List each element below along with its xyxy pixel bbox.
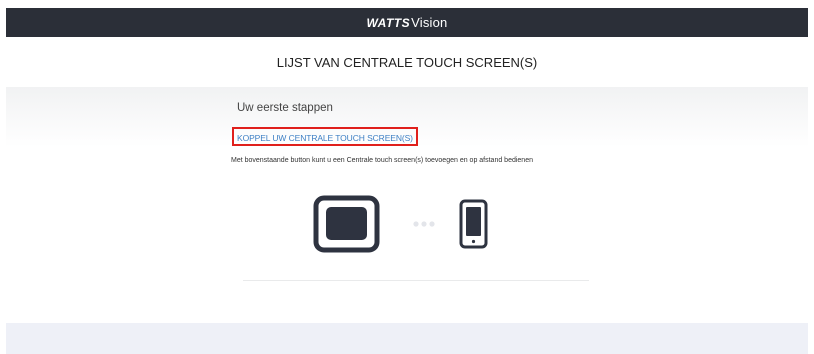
top-bar: WATTS Vision (6, 8, 808, 37)
smartphone-icon (459, 199, 488, 249)
title-area: LIJST VAN CENTRALE TOUCH SCREEN(S) (6, 37, 808, 87)
onboarding-section: Uw eerste stappen KOPPEL UW CENTRALE TOU… (231, 101, 589, 164)
central-touch-screen-icon (313, 195, 380, 253)
divider (243, 280, 589, 281)
pair-touch-screen-link[interactable]: KOPPEL UW CENTRALE TOUCH SCREEN(S) (237, 133, 413, 143)
page: WATTS Vision LIJST VAN CENTRALE TOUCH SC… (0, 0, 814, 354)
steps-heading: Uw eerste stappen (237, 102, 333, 114)
connection-illustration (313, 195, 488, 253)
brand-logo-light: Vision (411, 15, 448, 30)
connection-dots-icon (413, 221, 435, 227)
description-text: Met bovenstaande button kunt u een Centr… (231, 157, 533, 164)
brand-logo-strong: WATTS (366, 16, 411, 30)
brand-logo: WATTS Vision (367, 15, 448, 30)
link-highlight-box: KOPPEL UW CENTRALE TOUCH SCREEN(S) (232, 127, 418, 146)
page-title: LIJST VAN CENTRALE TOUCH SCREEN(S) (276, 54, 538, 70)
footer-band (6, 323, 808, 354)
